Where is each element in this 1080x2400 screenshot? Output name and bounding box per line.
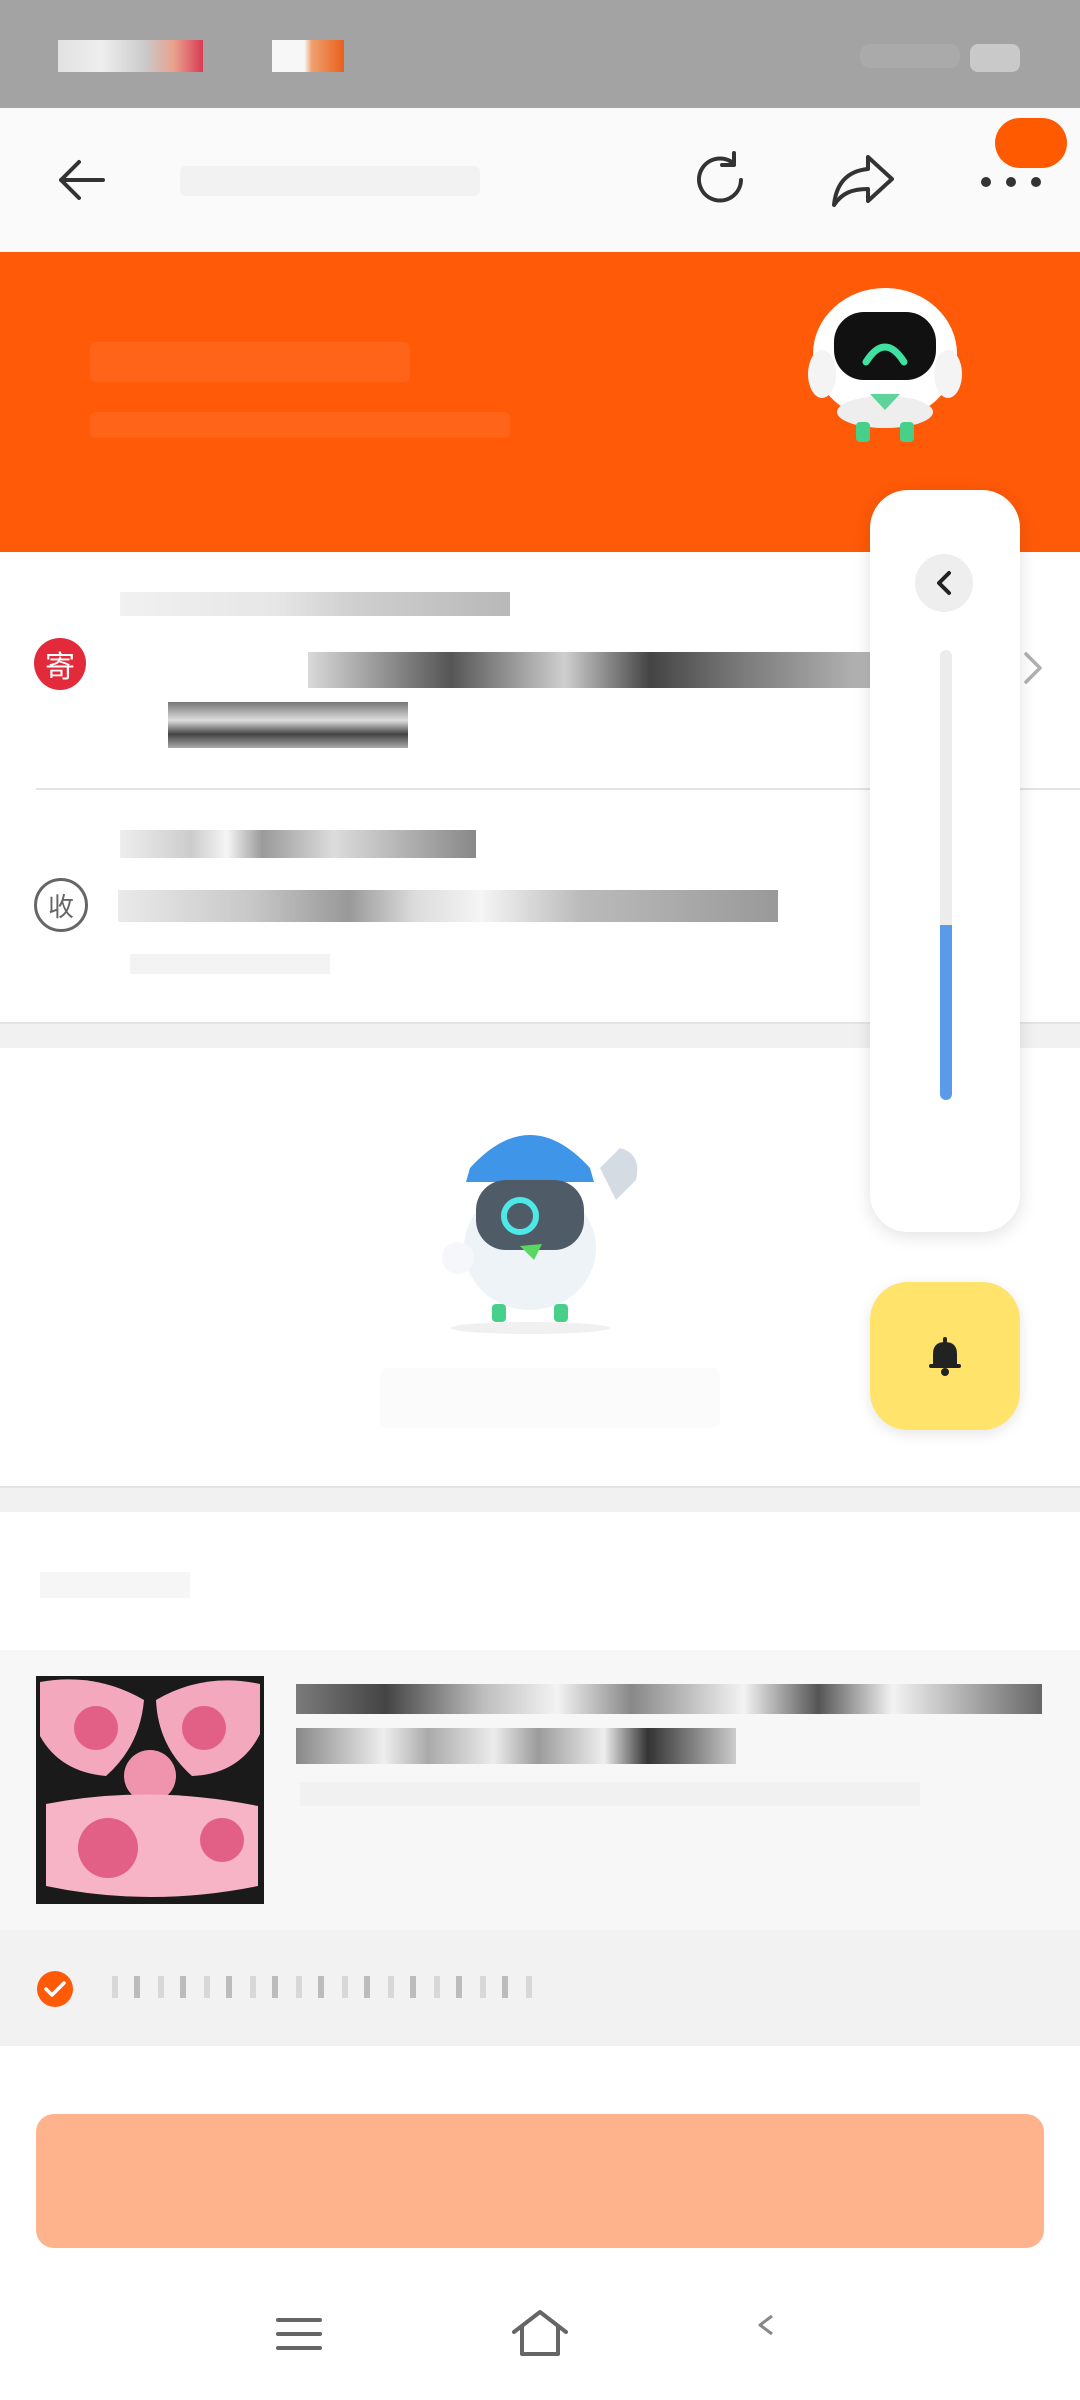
banner-status-redacted	[90, 342, 410, 382]
product-title-redacted	[296, 1684, 1042, 1714]
menu-icon[interactable]	[274, 2314, 324, 2354]
home-icon[interactable]	[508, 2308, 572, 2358]
product-card[interactable]	[0, 1650, 1080, 1930]
repair-robot-mascot-image	[442, 1135, 638, 1334]
product-spec-redacted	[296, 1728, 736, 1764]
sender-address-redacted	[308, 652, 878, 688]
notification-bell-button[interactable]	[870, 1282, 1020, 1430]
sender-detail-redacted	[168, 702, 408, 748]
status-bar-time-redacted	[58, 40, 203, 72]
scroll-slider-fill	[940, 924, 952, 1100]
repair-message-redacted	[380, 1368, 720, 1428]
receiver-address-redacted	[118, 890, 778, 922]
chevron-right-icon	[1024, 652, 1042, 684]
more-dots-icon	[981, 177, 1041, 187]
chevron-left-icon	[937, 571, 951, 595]
system-nav-bar	[0, 2270, 1080, 2400]
share-icon	[832, 155, 894, 207]
banner-subtitle-redacted	[90, 412, 510, 438]
notification-badge	[995, 118, 1067, 168]
status-bar	[0, 0, 1080, 108]
page-title-redacted	[180, 166, 480, 196]
receiver-badge: 收	[34, 878, 88, 932]
submit-button[interactable]	[36, 2114, 1044, 2248]
product-section-title-redacted	[40, 1572, 190, 1598]
floating-scroll-panel	[870, 490, 1020, 1232]
product-section	[0, 1512, 1080, 2046]
status-bar-notifications-redacted	[272, 40, 344, 72]
app-header	[0, 108, 1080, 252]
sender-badge: 寄	[34, 638, 86, 690]
confirm-text-redacted	[112, 1976, 542, 1998]
confirm-row[interactable]	[0, 1930, 1080, 2046]
product-thumbnail[interactable]	[36, 1676, 264, 1904]
receiver-name-redacted	[120, 830, 476, 858]
receiver-detail-redacted	[130, 954, 330, 974]
refresh-button[interactable]	[675, 135, 765, 225]
section-gap	[0, 1486, 1080, 1514]
receiver-badge-label: 收	[47, 891, 74, 922]
scroll-slider-track[interactable]	[940, 650, 952, 1100]
arrow-left-icon	[59, 160, 105, 200]
robot-mascot-image	[808, 288, 962, 442]
back-button[interactable]	[36, 135, 126, 225]
panel-collapse-button[interactable]	[915, 554, 973, 612]
check-circle-icon[interactable]	[36, 1970, 74, 2008]
product-subtitle-redacted	[300, 1782, 920, 1806]
bell-icon	[929, 1337, 961, 1376]
battery-icon	[970, 44, 1020, 72]
back-triangle-icon[interactable]	[752, 2312, 778, 2338]
share-button[interactable]	[818, 135, 908, 225]
sender-name-redacted	[120, 592, 510, 616]
refresh-icon	[697, 151, 743, 203]
status-bar-indicators-redacted	[860, 44, 960, 68]
sender-badge-label: 寄	[45, 651, 75, 684]
